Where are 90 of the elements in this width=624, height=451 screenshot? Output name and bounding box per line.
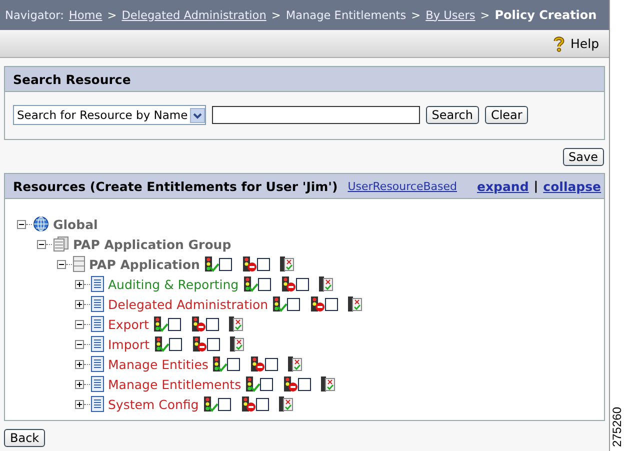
back-button[interactable]: Back [4, 429, 46, 447]
tree-node-label[interactable]: Export [108, 316, 149, 332]
figure-number: 275260 [610, 406, 624, 447]
traffic-light-check-icon [242, 276, 258, 292]
current-page-title: Policy Creation [494, 8, 597, 22]
traffic-light-minus-icon [240, 256, 257, 272]
globe-icon [33, 216, 49, 232]
allow-checkbox[interactable] [227, 358, 240, 370]
tree-node-label[interactable]: Manage Entities [108, 356, 208, 372]
collapse-toggle-icon[interactable] [37, 240, 46, 248]
tree-node-label[interactable]: Import [108, 336, 150, 352]
expand-toggle-icon[interactable] [75, 280, 84, 288]
collapse-toggle-icon[interactable] [17, 220, 26, 228]
tree-node-label[interactable]: Auditing & Reporting [108, 276, 239, 292]
deny-checkbox[interactable] [298, 378, 312, 390]
navigator-label: Navigator: [5, 8, 64, 22]
traffic-light-check-icon [202, 256, 219, 272]
save-button[interactable]: Save [562, 148, 604, 166]
expand-toggle-icon[interactable] [75, 360, 84, 368]
expand-toggle-icon[interactable] [75, 380, 84, 388]
document-icon [91, 296, 104, 312]
allow-checkbox[interactable] [258, 278, 271, 290]
grid-check-x-icon[interactable] [228, 316, 244, 332]
breadcrumb-link[interactable]: Home [68, 8, 102, 22]
breadcrumb-text: Manage Entitlements [286, 8, 406, 22]
allow-checkbox[interactable] [168, 318, 181, 330]
tree-node-label[interactable]: Delegated Administration [108, 296, 268, 312]
search-type-dropdown[interactable]: Search for Resource by Name [13, 105, 206, 125]
tree-node-label[interactable]: PAP Application Group [73, 236, 232, 252]
grid-check-x-icon[interactable] [320, 376, 336, 392]
deny-checkbox[interactable] [256, 398, 269, 410]
traffic-light-check-icon [202, 396, 218, 412]
traffic-light-check-icon [152, 336, 168, 352]
traffic-light-minus-icon [249, 356, 266, 372]
tree-node-label[interactable]: PAP Application [89, 256, 200, 272]
link-separator: | [534, 179, 538, 193]
grid-check-x-icon[interactable] [318, 276, 334, 292]
expand-toggle-icon[interactable] [75, 300, 84, 308]
breadcrumb-separator: > [480, 8, 490, 22]
allow-checkbox[interactable] [218, 258, 232, 270]
document-icon [91, 396, 104, 412]
deny-checkbox[interactable] [325, 298, 338, 310]
allow-checkbox[interactable] [168, 338, 182, 350]
traffic-light-minus-icon [280, 276, 296, 292]
question-mark-icon [552, 36, 564, 52]
tree-node-label[interactable]: System Config [108, 396, 199, 412]
help-link[interactable]: Help [552, 36, 599, 52]
deny-checkbox[interactable] [206, 318, 219, 330]
expand-toggle-icon[interactable] [75, 400, 84, 408]
traffic-light-check-icon [152, 316, 168, 332]
document-icon [91, 356, 104, 372]
expand-link[interactable]: expand [477, 178, 529, 194]
deny-checkbox[interactable] [206, 338, 220, 350]
deny-checkbox[interactable] [296, 278, 309, 290]
traffic-light-minus-icon [190, 336, 206, 352]
deny-checkbox[interactable] [256, 258, 270, 270]
breadcrumb-separator: > [107, 8, 117, 22]
grid-check-x-icon[interactable] [278, 396, 294, 412]
breadcrumb-link[interactable]: Delegated Administration [122, 8, 266, 22]
grid-check-x-icon[interactable] [228, 336, 244, 352]
tree-node-label[interactable]: Global [53, 216, 98, 232]
collapse-toggle-icon[interactable] [57, 260, 66, 268]
traffic-light-minus-icon [240, 396, 256, 412]
breadcrumb-separator: > [411, 8, 421, 22]
deny-checkbox[interactable] [265, 358, 278, 370]
traffic-light-minus-icon [282, 376, 298, 392]
search-panel-button[interactable]: Search [426, 106, 479, 124]
user-resource-based-link[interactable]: UserResourceBased [348, 180, 457, 192]
panel-title: Search Resource [13, 72, 131, 86]
allow-checkbox[interactable] [260, 378, 274, 390]
grid-check-x-icon[interactable] [287, 356, 304, 372]
breadcrumb-link[interactable]: By Users [426, 8, 476, 22]
grid-check-x-icon[interactable] [278, 256, 295, 272]
document-icon [91, 316, 104, 332]
traffic-light-minus-icon [309, 296, 326, 312]
breadcrumb-separator: > [271, 8, 281, 22]
collapse-link[interactable]: collapse [543, 178, 602, 194]
document-icon [91, 336, 104, 352]
collapse-toggle-icon[interactable] [75, 320, 84, 328]
document-icon [91, 276, 104, 292]
grid-check-x-icon[interactable] [347, 296, 364, 312]
traffic-light-minus-icon [190, 316, 206, 332]
document-icon [91, 376, 104, 392]
allow-checkbox[interactable] [287, 298, 300, 310]
tree-node-label[interactable]: Manage Entitlements [108, 376, 242, 392]
search-input[interactable] [212, 106, 420, 124]
collapse-toggle-icon[interactable] [75, 340, 84, 348]
panel-title: Resources (Create Entitlements for User 'Jim') [13, 178, 338, 194]
allow-checkbox[interactable] [218, 398, 231, 410]
search-panel-button[interactable]: Clear [484, 106, 528, 124]
